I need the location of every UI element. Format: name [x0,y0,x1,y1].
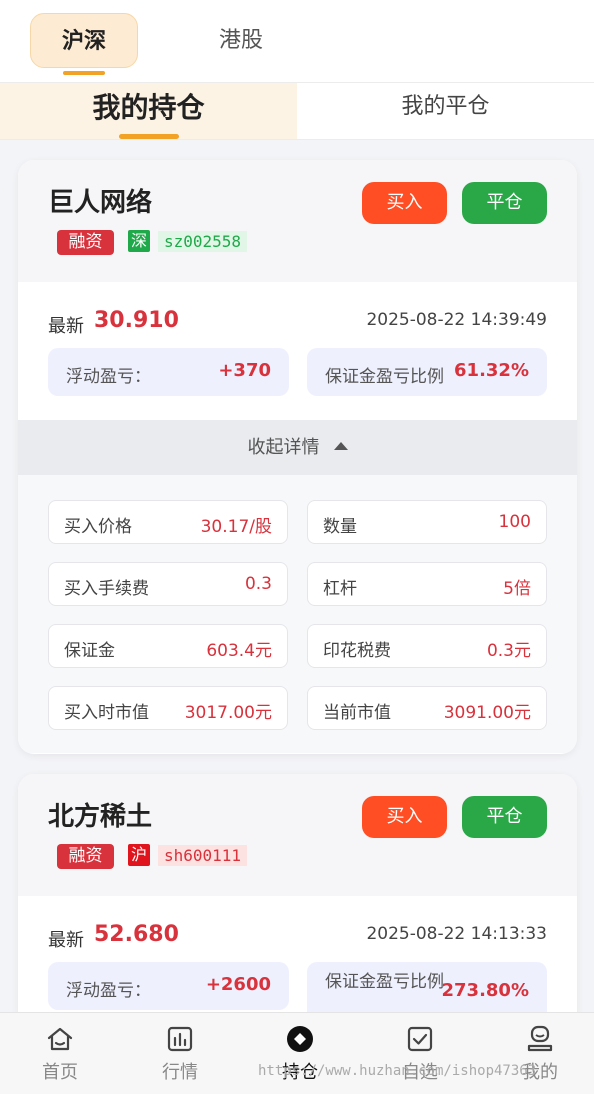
exchange-tag: 深 [128,230,150,252]
margin-tag: 融资 [57,230,114,255]
detail-label: 当前市值 [323,703,391,723]
detail-value: 0.3 [244,574,272,594]
detail-value: 3017.00元 [184,703,272,723]
detail-label: 保证金 [64,641,115,661]
detail-value: 100 [498,512,531,532]
detail-buy-fee: 买入手续费 0.3 [48,562,288,606]
bottom-nav: 首页 行情 持仓 自选 我的 [0,1012,594,1094]
close-position-button[interactable]: 平仓 [462,796,547,838]
detail-current-market-value: 当前市值 3091.00元 [307,686,547,730]
collapse-details-button[interactable]: 收起详情 [18,420,577,475]
detail-label: 买入时市值 [64,703,149,723]
detail-quantity: 数量 100 [307,500,547,544]
tab-shanghai-shenzhen[interactable]: 沪深 [30,13,138,68]
close-position-button[interactable]: 平仓 [462,182,547,224]
margin-ratio-label: 保证金盈亏比例 [325,972,444,992]
stock-code: sz002558 [158,231,248,252]
margin-ratio: 保证金盈亏比例 61.32% [307,348,547,396]
stock-code: sh600111 [158,845,248,866]
detail-value: 603.4元 [206,641,272,661]
buy-button[interactable]: 买入 [362,796,447,838]
detail-leverage: 杠杆 5倍 [307,562,547,606]
detail-label: 杠杆 [323,579,357,599]
nav-market[interactable]: 行情 [120,1013,240,1094]
holdings-icon [287,1026,313,1052]
exchange-tag: 沪 [128,844,150,866]
floating-pl: 浮动盈亏： +2600 [48,962,289,1010]
quote-time: 2025-08-22 14:13:33 [366,924,547,944]
nav-label: 行情 [162,1062,198,1083]
nav-holdings[interactable]: 持仓 [240,1013,360,1094]
floating-pl: 浮动盈亏： +370 [48,348,289,396]
detail-value: 0.3元 [486,641,531,661]
position-tabs: 我的持仓 我的平仓 [0,82,594,140]
floating-pl-label: 浮动盈亏： [66,367,151,387]
latest-label: 最新 [48,316,84,337]
detail-value: 30.17/股 [200,517,272,537]
quote-section: 最新 30.910 2025-08-22 14:39:49 浮动盈亏： +370… [18,282,577,420]
buy-button[interactable]: 买入 [362,182,447,224]
latest-price: 52.680 [94,922,179,947]
quote-time: 2025-08-22 14:39:49 [366,310,547,330]
chart-icon [167,1026,193,1052]
detail-margin: 保证金 603.4元 [48,624,288,668]
latest-price: 30.910 [94,308,179,333]
latest-label: 最新 [48,930,84,951]
detail-label: 印花税费 [323,641,391,661]
tab-my-positions[interactable]: 我的持仓 [0,83,297,139]
nav-watchlist[interactable]: 自选 [360,1013,480,1094]
stock-name: 北方稀土 [48,802,153,832]
detail-buy-market-value: 买入时市值 3017.00元 [48,686,288,730]
detail-label: 买入价格 [64,517,132,537]
position-card: 巨人网络 融资 深 sz002558 买入 平仓 最新 30.910 2025-… [18,160,577,754]
nav-profile[interactable]: 我的 [480,1013,594,1094]
detail-stamp-tax: 印花税费 0.3元 [307,624,547,668]
detail-label: 买入手续费 [64,579,149,599]
watermark-text: https://www.huzhan.com/ishop47363 [258,1063,537,1079]
detail-value: 3091.00元 [443,703,531,723]
tab-hong-kong[interactable]: 港股 [187,13,295,68]
details-grid: 买入价格 30.17/股 数量 100 买入手续费 0.3 杠杆 5倍 保证金 … [18,475,577,753]
margin-tag: 融资 [57,844,114,869]
floating-pl-value: +2600 [205,974,271,995]
margin-ratio-value: 61.32% [454,360,529,381]
active-tab-indicator [63,71,105,75]
active-tab-indicator [119,134,179,139]
collapse-label: 收起详情 [247,437,320,458]
tab-closed-positions[interactable]: 我的平仓 [297,83,594,139]
home-icon [47,1027,73,1051]
detail-buy-price: 买入价格 30.17/股 [48,500,288,544]
detail-label: 数量 [323,517,357,537]
latest-price-row: 最新 30.910 2025-08-22 14:39:49 [48,306,547,337]
floating-pl-value: +370 [218,360,271,381]
margin-ratio-label: 保证金盈亏比例 [325,367,444,387]
stock-name: 巨人网络 [48,188,153,218]
profile-icon [527,1025,553,1052]
floating-pl-label: 浮动盈亏： [66,981,151,1001]
card-header: 北方稀土 融资 沪 sh600111 买入 平仓 [18,774,577,896]
nav-home[interactable]: 首页 [0,1013,120,1094]
margin-ratio-value: 273.80% [441,980,530,1001]
detail-value: 5倍 [503,579,531,599]
nav-label: 首页 [42,1062,78,1083]
market-tabs: 沪深 港股 [0,0,594,82]
latest-price-row: 最新 52.680 2025-08-22 14:13:33 [48,920,547,951]
chevron-up-icon [333,442,348,450]
card-header: 巨人网络 融资 深 sz002558 买入 平仓 [18,160,577,282]
checkbox-icon [407,1026,433,1052]
